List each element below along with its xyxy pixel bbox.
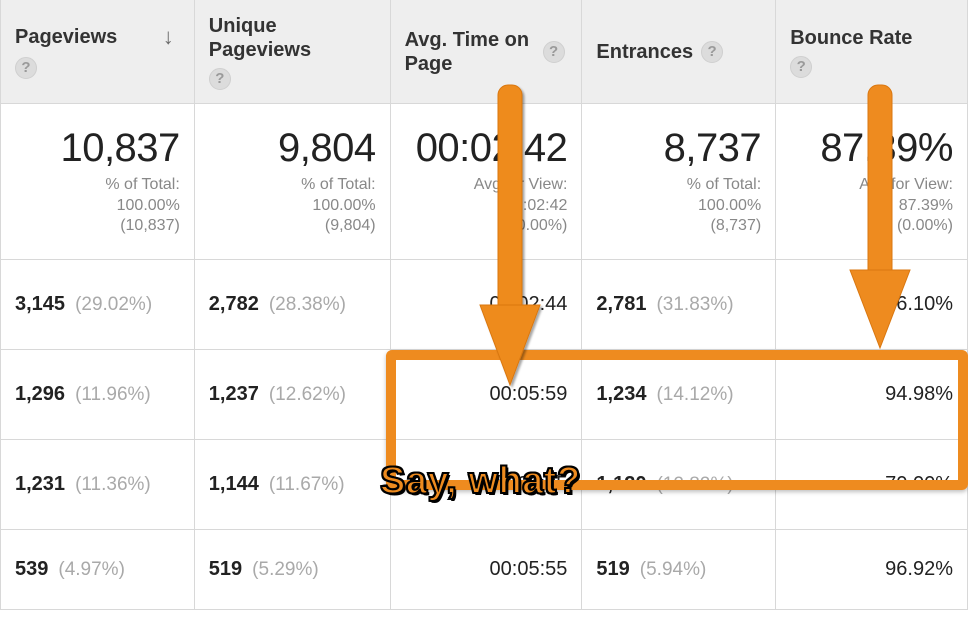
summary-value: 8,737 [664, 126, 762, 171]
summary-value: 00:02:42 [416, 126, 568, 171]
cell-time: 00:02:44 [391, 260, 583, 350]
col-label: Unique Pageviews [209, 14, 339, 62]
table-row: 1,296(11.96%) 1,237(12.62%) 00:05:59 1,2… [1, 350, 968, 440]
cell-pageviews: 539(4.97%) [1, 530, 195, 610]
col-label: Avg. Time on Page [405, 28, 535, 76]
col-header-unique-pageviews[interactable]: Unique Pageviews ? [195, 0, 391, 104]
col-label: Pageviews [15, 25, 117, 49]
help-icon[interactable]: ? [543, 41, 565, 63]
summary-sub: % of Total: 100.00% (9,804) [301, 175, 375, 237]
cell-unique: 1,237(12.62%) [195, 350, 391, 440]
cell-bounce: 96.92% [776, 530, 968, 610]
cell-bounce: 70.00% [776, 440, 968, 530]
summary-row: 10,837 % of Total: 100.00% (10,837) 9,80… [1, 104, 968, 260]
col-label: Entrances [596, 40, 693, 64]
col-label: Bounce Rate [790, 26, 912, 50]
cell-time: 00:01:25 [391, 440, 583, 530]
summary-sub: Avg for View: 00:02:42 (0.00%) [474, 175, 568, 237]
analytics-table: Pageviews ↓ ? Unique Pageviews ? Avg. Ti… [0, 0, 968, 610]
cell-unique: 1,144(11.67%) [195, 440, 391, 530]
col-header-pageviews[interactable]: Pageviews ↓ ? [1, 0, 195, 104]
summary-sub: % of Total: 100.00% (8,737) [687, 175, 761, 237]
cell-time: 00:05:59 [391, 350, 583, 440]
table-row: 3,145(29.02%) 2,782(28.38%) 00:02:44 2,7… [1, 260, 968, 350]
cell-bounce: 94.98% [776, 350, 968, 440]
summary-entrances: 8,737 % of Total: 100.00% (8,737) [582, 104, 776, 260]
sort-descending-icon[interactable]: ↓ [163, 24, 174, 50]
col-header-bounce-rate[interactable]: Bounce Rate ? [776, 0, 968, 104]
summary-sub: % of Total: 100.00% (10,837) [105, 175, 179, 237]
cell-bounce: 86.10% [776, 260, 968, 350]
col-header-avg-time[interactable]: Avg. Time on Page? [391, 0, 583, 104]
col-header-entrances[interactable]: Entrances? [582, 0, 776, 104]
help-icon[interactable]: ? [701, 41, 723, 63]
summary-avg-time: 00:02:42 Avg for View: 00:02:42 (0.00%) [391, 104, 583, 260]
cell-entrances: 1,120(12.82%) [582, 440, 776, 530]
summary-value: 87.39% [820, 126, 953, 171]
table-row: 539(4.97%) 519(5.29%) 00:05:55 519(5.94%… [1, 530, 968, 610]
table-row: 1,231(11.36%) 1,144(11.67%) 00:01:25 1,1… [1, 440, 968, 530]
summary-sub: Avg for View: 87.39% (0.00%) [859, 175, 953, 237]
cell-pageviews: 1,231(11.36%) [1, 440, 195, 530]
summary-pageviews: 10,837 % of Total: 100.00% (10,837) [1, 104, 195, 260]
cell-entrances: 519(5.94%) [582, 530, 776, 610]
cell-unique: 519(5.29%) [195, 530, 391, 610]
cell-pageviews: 1,296(11.96%) [1, 350, 195, 440]
summary-value: 10,837 [60, 126, 179, 171]
summary-bounce: 87.39% Avg for View: 87.39% (0.00%) [776, 104, 968, 260]
help-icon[interactable]: ? [15, 57, 37, 79]
help-icon[interactable]: ? [790, 56, 812, 78]
summary-unique: 9,804 % of Total: 100.00% (9,804) [195, 104, 391, 260]
summary-value: 9,804 [278, 126, 376, 171]
help-icon[interactable]: ? [209, 68, 231, 90]
cell-unique: 2,782(28.38%) [195, 260, 391, 350]
cell-entrances: 1,234(14.12%) [582, 350, 776, 440]
cell-time: 00:05:55 [391, 530, 583, 610]
cell-entrances: 2,781(31.83%) [582, 260, 776, 350]
header-row: Pageviews ↓ ? Unique Pageviews ? Avg. Ti… [1, 0, 968, 104]
cell-pageviews: 3,145(29.02%) [1, 260, 195, 350]
